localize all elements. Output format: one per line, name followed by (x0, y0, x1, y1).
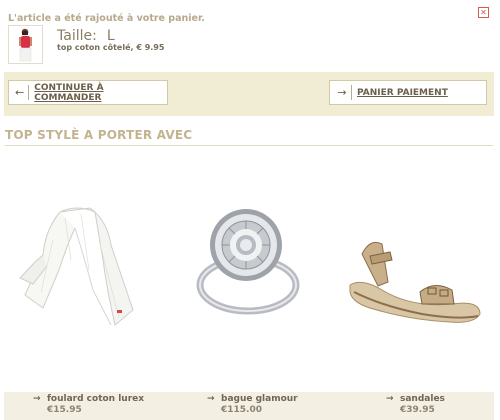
arrow-right-icon: → (33, 394, 41, 404)
product-name: bague glamour (221, 394, 298, 404)
size-row: Taille: L (57, 28, 115, 44)
ring-image[interactable] (188, 205, 318, 329)
sandals-picture (349, 241, 481, 323)
added-item-thumbnail (8, 25, 43, 64)
arrow-left-icon: ← (15, 86, 25, 99)
close-icon[interactable]: ✕ (478, 7, 489, 18)
cart-action-bar: ← CONTINUER À COMMANDER → PANIER PAIEMEN… (4, 72, 494, 116)
product-caption[interactable]: → foulard coton lurex €15.95 (33, 394, 144, 415)
arrow-right-icon: → (207, 394, 215, 404)
top-image (19, 28, 32, 62)
product-caption[interactable]: → sandales €39.95 (386, 394, 445, 415)
product-price: €15.95 (47, 405, 82, 415)
ring-picture (196, 209, 300, 315)
size-label: Taille: (57, 28, 97, 44)
product-price: €115.00 (221, 405, 262, 415)
product-price: €39.95 (400, 405, 435, 415)
divider (351, 85, 352, 100)
product-caption[interactable]: → bague glamour €115.00 (207, 394, 298, 415)
scarf-image[interactable] (15, 200, 155, 344)
arrow-right-icon: → (337, 86, 347, 99)
product-name: sandales (400, 394, 445, 404)
arrow-right-icon: → (386, 394, 394, 404)
cart-checkout-label: PANIER PAIEMENT (357, 87, 448, 98)
product-captions-bar: → foulard coton lurex €15.95 → bague glamo… (4, 392, 494, 420)
added-item-description: top coton côtelé, € 9.95 (57, 43, 165, 52)
section-divider (5, 145, 493, 146)
scarf-picture (19, 207, 134, 326)
sandals-image[interactable] (342, 230, 487, 334)
continue-shopping-label: CONTINUER À COMMANDER (34, 82, 104, 103)
divider (28, 85, 30, 100)
continue-shopping-button[interactable]: ← CONTINUER À COMMANDER (8, 80, 168, 105)
cart-checkout-button[interactable]: → PANIER PAIEMENT (329, 80, 487, 105)
size-value: L (106, 28, 115, 44)
section-title: TOP STYLÈ A PORTER AVEC (5, 128, 193, 142)
product-name: foulard coton lurex (47, 394, 145, 404)
added-to-cart-message: L'article a été rajouté à votre panier. (8, 13, 205, 24)
